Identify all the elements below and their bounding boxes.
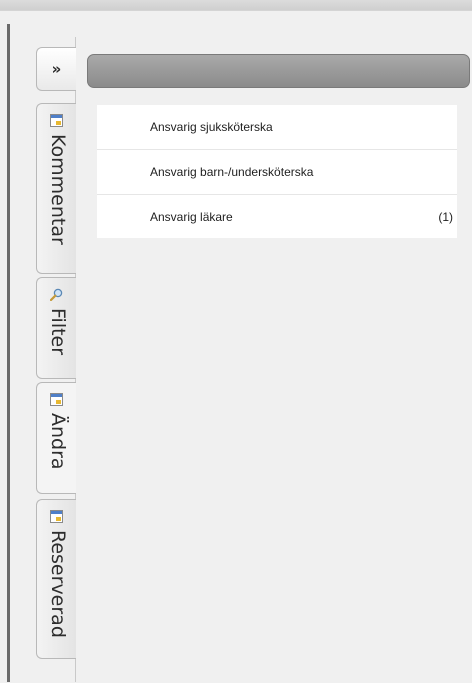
panel-header [87, 54, 470, 88]
top-bar [0, 0, 472, 10]
left-border [7, 24, 10, 682]
list-item-label: Ansvarig läkare [150, 210, 233, 224]
tab-label: Kommentar [47, 134, 69, 245]
tab-andra[interactable]: Ändra [36, 382, 76, 494]
window-icon [50, 114, 63, 127]
tab-kommentar[interactable]: Kommentar [36, 103, 76, 274]
tab-label: Filter [47, 308, 69, 356]
list-item-label: Ansvarig sjuksköterska [150, 120, 273, 134]
window-icon [50, 510, 63, 523]
list-item-label: Ansvarig barn-/undersköterska [150, 165, 314, 179]
window-icon [50, 393, 63, 406]
tab-filter[interactable]: Filter [36, 277, 76, 379]
tab-label: Ändra [47, 413, 69, 470]
tab-reserverad[interactable]: Reserverad [36, 499, 76, 659]
list-item[interactable]: Ansvarig sjuksköterska [97, 105, 457, 150]
tab-label: Reserverad [47, 530, 69, 638]
list-item[interactable]: Ansvarig läkare (1) [97, 195, 457, 238]
expand-button[interactable]: » [36, 47, 76, 91]
list-item-count: (1) [438, 210, 453, 224]
responsibility-list: Ansvarig sjuksköterska Ansvarig barn-/un… [97, 105, 457, 238]
list-item[interactable]: Ansvarig barn-/undersköterska [97, 150, 457, 195]
double-chevron-right-icon: » [51, 60, 62, 78]
magnifier-icon [50, 288, 63, 301]
